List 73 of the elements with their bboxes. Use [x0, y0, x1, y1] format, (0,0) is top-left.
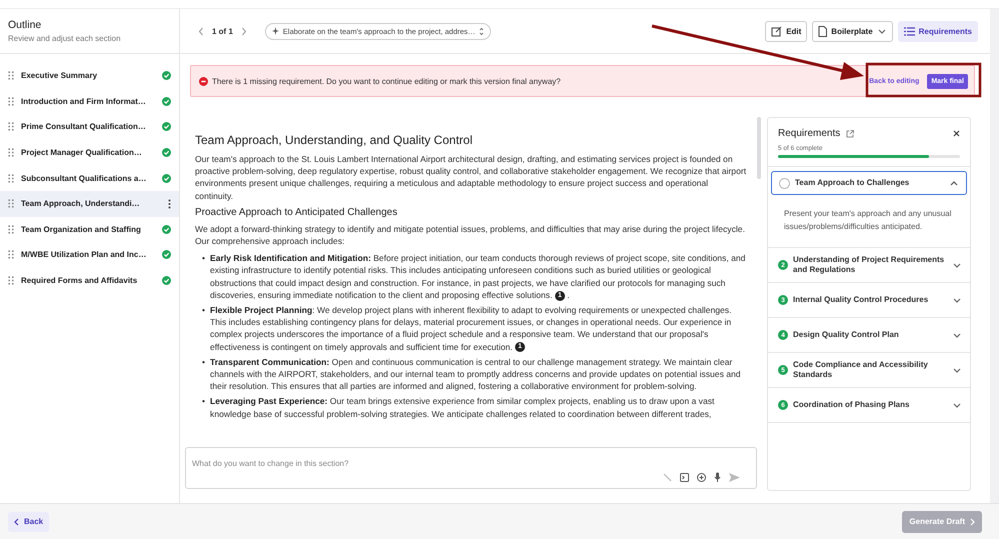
outline-item[interactable]: Required Forms and Affidavits	[0, 268, 179, 294]
chevron-down-icon	[952, 296, 962, 304]
chevron-down-icon	[952, 366, 962, 374]
chevron-down-icon	[952, 330, 962, 340]
sparkle-icon	[272, 27, 279, 35]
empty-circle-icon	[779, 178, 790, 188]
bullet-text: Transparent Communication: Open and continuous communication is central to our challenge management strategy. We maintain clear channels with the AIRPORT, stakeholders, and our internal team to promptly address concerns and provide updates on potential issues and their resolution. This ensures that all parties are informed and aligned, fostering a collaborative environment for problem-solving.	[210, 356, 742, 392]
drag-handle-icon	[8, 276, 14, 286]
requirement-description: Present your team's approach and any unusual issues/problems/difficulties anticipated.	[783, 208, 952, 233]
document-icon	[818, 26, 828, 36]
paragraph: Our team's approach to the St. Louis Lambert International Airport architectural design, drafting, and estimating services project is founded on proactive problem-solving, deep regulatory expertise, robust quality control, and collaborative stakeholder engagement. We recognize that airport environments present unique challenges, requiring a meticulous and adaptable methodology to ensure project success and operational continuity.	[195, 153, 747, 202]
chevron-right-icon[interactable]	[240, 26, 247, 36]
paragraph: We adopt a forward-thinking strategy to identify and mitigate potential issues, problems, and difficulties that may arise during the project lifecycle. Our comprehensive approach includes:	[195, 222, 746, 248]
bullet-marker: •	[202, 356, 206, 369]
chevron-up-icon	[949, 178, 959, 188]
bullet-text: Leveraging Past Experience: Our team brings extensive experience from similar complex projects, enabling us to draw upon a vast knowledge base of successful problem-solving strategies. We anticipate challenges related to coordination between different trades,	[210, 395, 716, 420]
requirement-header[interactable]: Team Approach to Challenges	[771, 171, 967, 195]
chevron-down-icon	[876, 26, 887, 36]
drag-handle-icon	[8, 96, 14, 106]
outline-item[interactable]: Team Approach, Understandi…	[0, 190, 179, 217]
scrollbar-thumb[interactable]	[757, 117, 761, 179]
outline-item[interactable]: Introduction and Firm Informat…	[0, 88, 179, 114]
up-down-icon	[479, 26, 484, 36]
check-circle-icon	[162, 148, 171, 158]
drag-handle-icon	[8, 199, 14, 208]
check-circle-icon	[162, 96, 171, 106]
sidebar-title: Outline	[8, 19, 42, 31]
chevron-right-icon	[970, 518, 975, 526]
list-icon	[904, 26, 915, 36]
drag-handle-icon	[8, 122, 14, 132]
plus-circle-icon[interactable]	[697, 472, 706, 482]
bullet-marker: •	[202, 395, 206, 408]
drag-handle-icon	[8, 71, 14, 80]
chevron-left-icon	[14, 518, 19, 526]
check-circle-icon	[162, 71, 171, 80]
bullet-marker: •	[202, 304, 206, 318]
more-icon[interactable]	[168, 198, 171, 209]
close-icon[interactable]	[953, 130, 960, 137]
bullet-marker: •	[202, 252, 206, 266]
check-circle-icon	[162, 224, 171, 234]
edit-icon	[771, 26, 782, 36]
drag-handle-icon	[8, 250, 14, 260]
toolbar-button[interactable]: Requirements	[898, 20, 978, 42]
check-circle-icon	[162, 174, 171, 183]
back-button[interactable]: Back	[8, 512, 50, 532]
subheading: Proactive Approach to Anticipated Challenges	[195, 206, 398, 220]
section-heading: Team Approach, Understanding, and Quality Control	[195, 132, 474, 149]
dropdown-button[interactable]: Boilerplate	[812, 20, 893, 42]
outline-item[interactable]: Project Manager Qualification…	[0, 140, 179, 166]
chevron-down-icon	[952, 400, 962, 410]
terminal-icon[interactable]	[680, 472, 689, 482]
page-counter: 1 of 1	[212, 26, 233, 36]
outline-item[interactable]: Prime Consultant Qualification…	[0, 114, 179, 140]
toolbar-button[interactable]: Edit	[765, 20, 808, 42]
check-circle-icon	[162, 250, 171, 260]
alert-message: There is 1 missing requirement. Do you want to continue editing or mark this version final anyway?	[212, 76, 562, 86]
check-circle-icon	[162, 122, 171, 132]
check-circle-icon	[162, 276, 171, 286]
chevron-left-icon[interactable]	[198, 26, 204, 36]
chevron-down-icon	[952, 260, 962, 270]
external-link-icon[interactable]	[846, 130, 854, 138]
drag-handle-icon	[8, 148, 14, 158]
sidebar-subtitle: Review and adjust each section	[8, 34, 122, 43]
outline-item[interactable]: M/WBE Utilization Plan and Inc…	[0, 242, 179, 268]
drag-handle-icon	[8, 224, 14, 234]
outline-item[interactable]: Executive Summary	[0, 63, 179, 89]
drag-handle-icon	[8, 174, 14, 183]
microphone-icon[interactable]	[714, 472, 721, 482]
outline-item[interactable]: Team Organization and Staffing	[0, 216, 179, 242]
error-icon	[199, 76, 208, 86]
punctuation: .	[567, 290, 570, 300]
panel-title: Requirements	[778, 128, 840, 139]
outline-item[interactable]: Subconsultant Qualifications a…	[0, 165, 179, 191]
